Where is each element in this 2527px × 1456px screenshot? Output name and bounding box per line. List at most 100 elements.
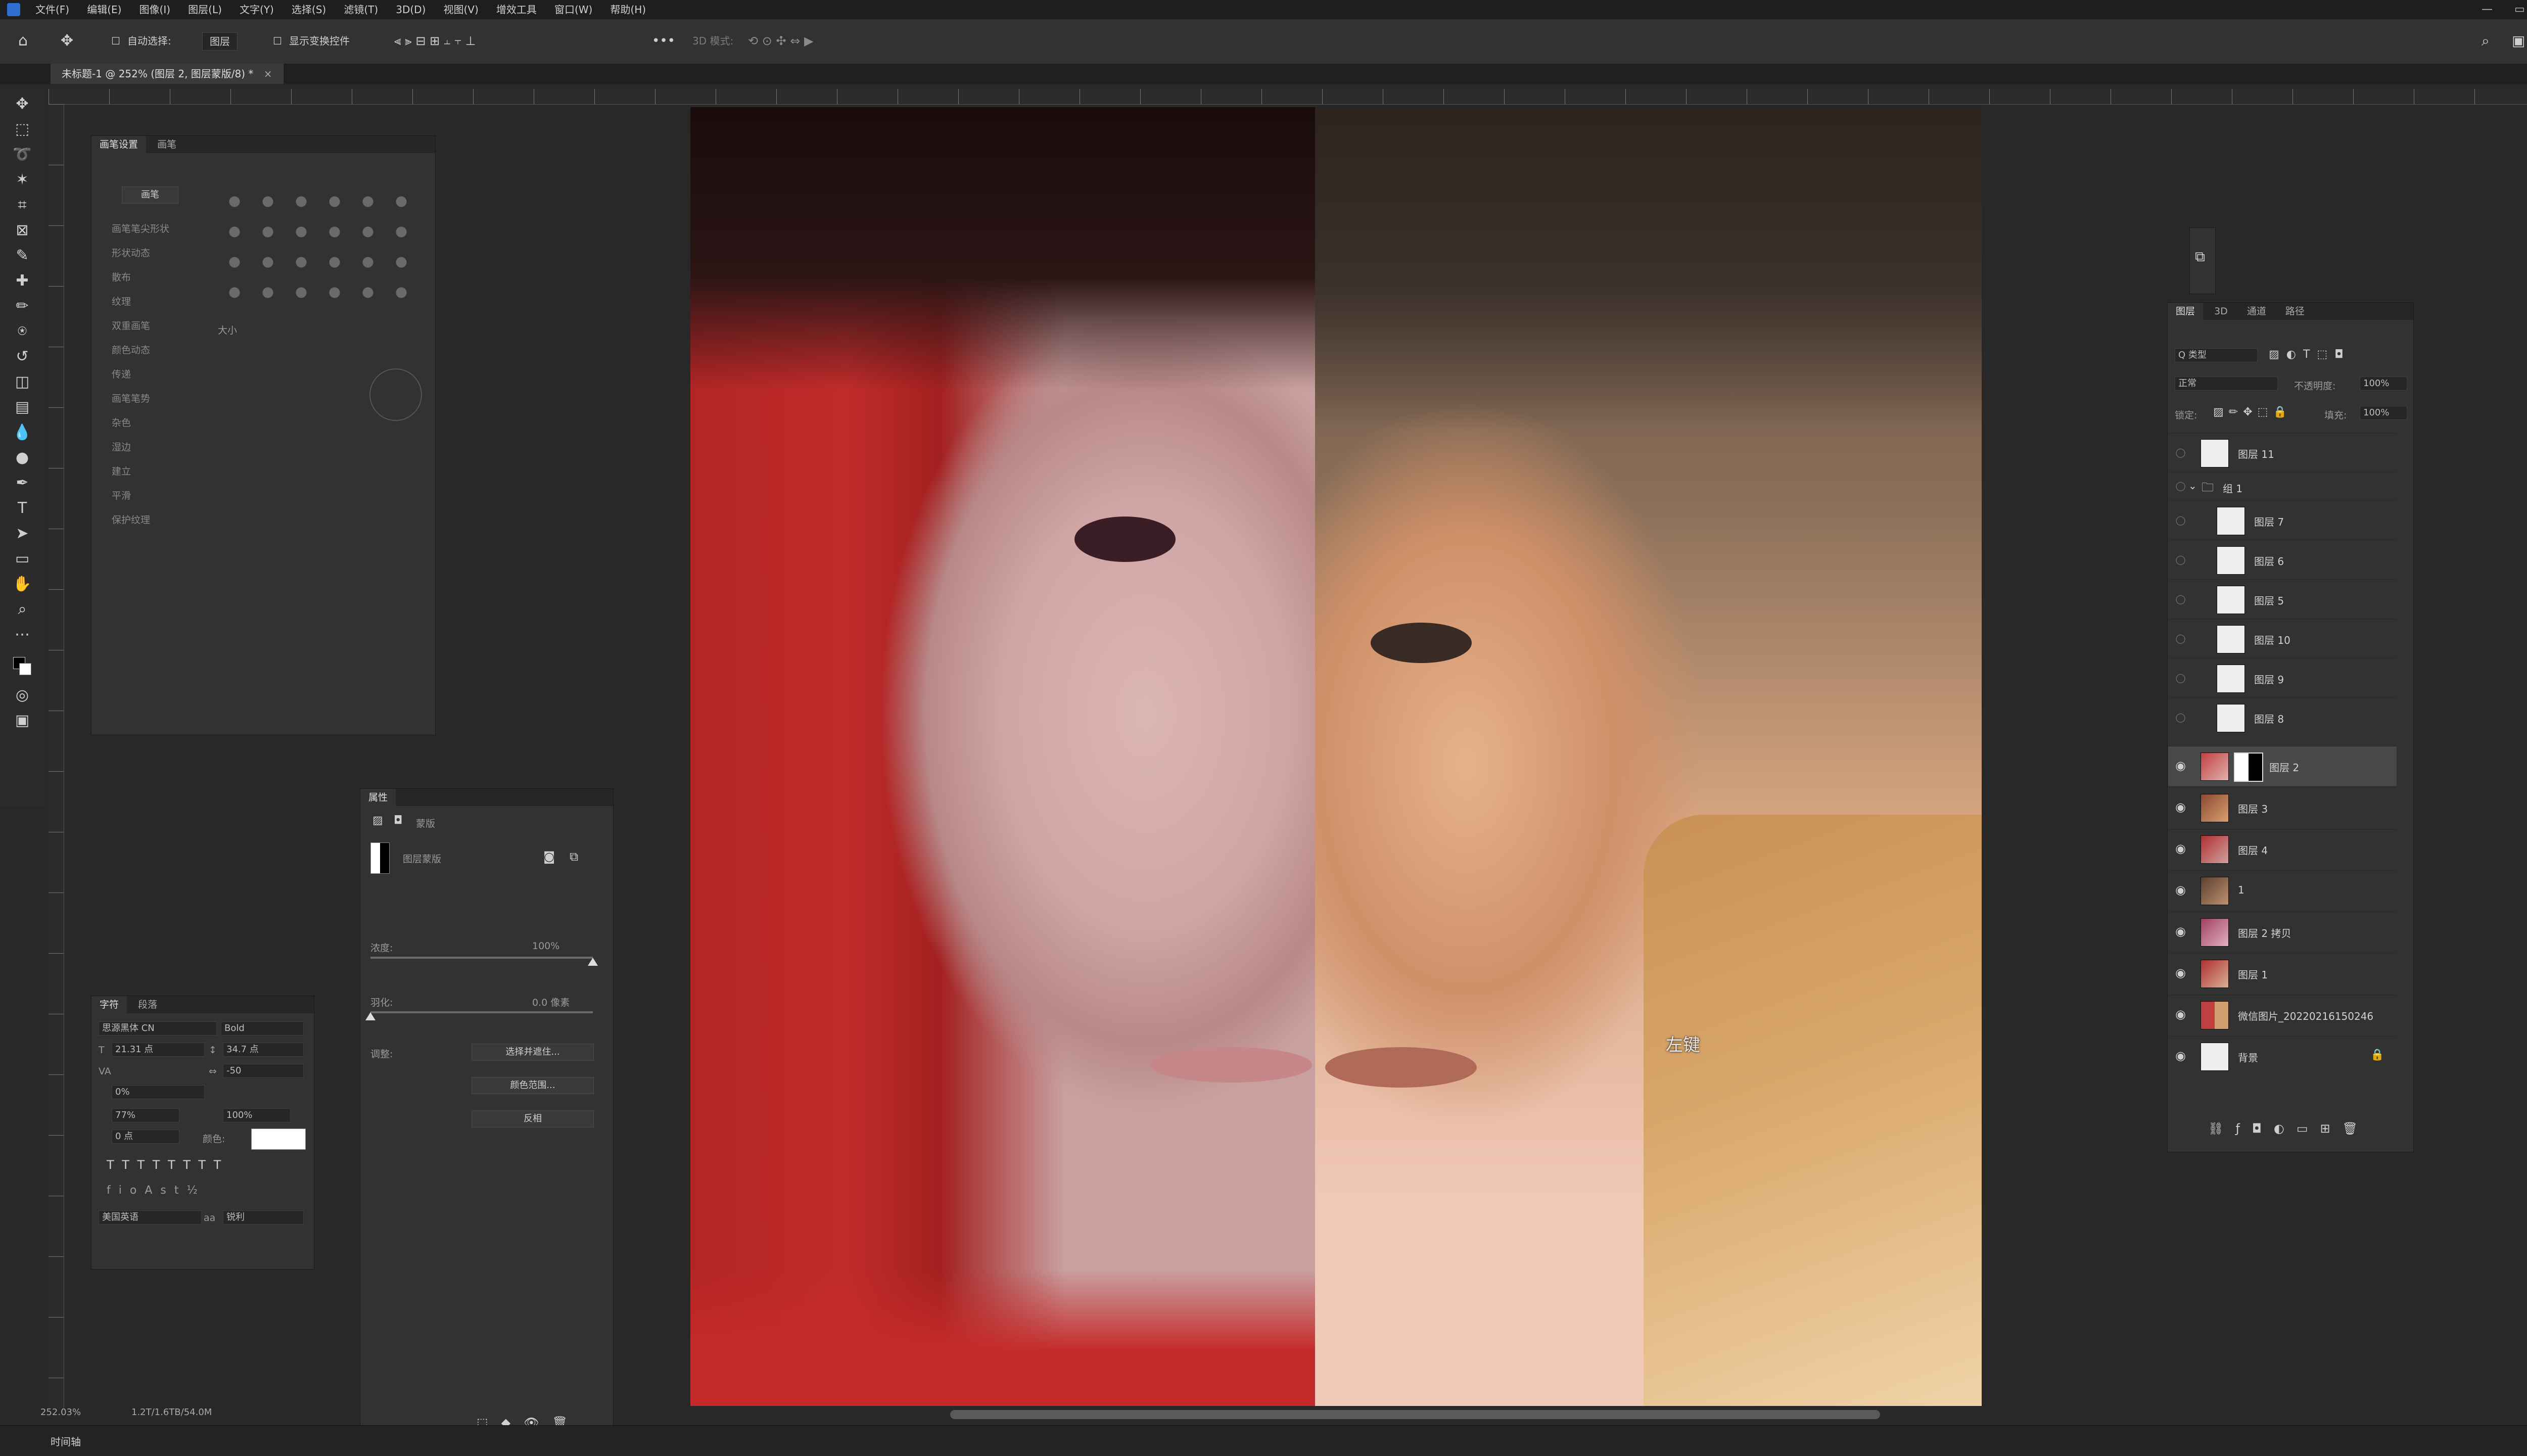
- horizontal-scrollbar[interactable]: [950, 1410, 1880, 1419]
- add-mask-icon[interactable]: ◙: [543, 850, 555, 864]
- font-family-dropdown[interactable]: 思源黑体 CN: [99, 1021, 217, 1036]
- feather-value[interactable]: 0.0 像素: [532, 995, 570, 1009]
- brush-option[interactable]: 形状动态: [112, 241, 169, 265]
- history-brush-icon[interactable]: ↺: [11, 347, 33, 367]
- menu-file[interactable]: 文件(F): [35, 0, 69, 19]
- quick-mask-icon[interactable]: ◎: [11, 685, 33, 706]
- transform-controls-checkbox[interactable]: ☐: [273, 32, 282, 50]
- layer-row[interactable]: ◉ 1: [2168, 870, 2397, 910]
- menu-select[interactable]: 选择(S): [292, 0, 326, 19]
- layer-name[interactable]: 图层 1: [2238, 967, 2268, 981]
- layer-name[interactable]: 图层 4: [2238, 842, 2268, 857]
- tab-character[interactable]: 字符: [91, 996, 127, 1013]
- visibility-eye-icon[interactable]: ○: [2175, 552, 2186, 567]
- menu-layer[interactable]: 图层(L): [188, 0, 222, 19]
- layer-row[interactable]: ◉ 背景 🔒: [2168, 1036, 2397, 1076]
- timeline-tab[interactable]: 时间轴: [51, 1434, 81, 1448]
- menu-view[interactable]: 视图(V): [443, 0, 478, 19]
- visibility-eye-icon[interactable]: ○: [2175, 445, 2186, 459]
- more-options-icon[interactable]: •••: [652, 32, 675, 50]
- close-tab-icon[interactable]: ×: [264, 68, 272, 80]
- visibility-eye-icon[interactable]: ○: [2175, 479, 2186, 493]
- frame-tool-icon[interactable]: ⊠: [11, 220, 33, 241]
- document-info[interactable]: 1.2T/1.6TB/54.0M: [131, 1407, 212, 1418]
- hand-tool-icon[interactable]: ✋: [11, 574, 33, 594]
- opentype-buttons[interactable]: fioАst½: [107, 1184, 206, 1197]
- layer-row[interactable]: ○ 图层 11: [2168, 433, 2397, 473]
- brush-option[interactable]: 画笔笔尖形状: [112, 217, 169, 241]
- visibility-eye-icon[interactable]: ◉: [2175, 759, 2186, 773]
- vertical-scale-field[interactable]: 77%: [112, 1108, 179, 1122]
- tsume-field[interactable]: 0%: [112, 1085, 205, 1099]
- blur-tool-icon[interactable]: 💧: [11, 422, 33, 443]
- tab-channels[interactable]: 通道: [2239, 303, 2274, 320]
- color-swatches-icon[interactable]: [11, 655, 33, 675]
- lock-icons[interactable]: ▨✏✥⬚🔒: [2213, 406, 2292, 418]
- maximize-button[interactable]: ▭: [2514, 0, 2525, 19]
- visibility-eye-icon[interactable]: ◉: [2175, 800, 2186, 814]
- visibility-eye-icon[interactable]: ○: [2175, 631, 2186, 645]
- clone-stamp-icon[interactable]: ⍟: [11, 321, 33, 342]
- brush-option[interactable]: 湿边: [112, 435, 169, 459]
- menu-edit[interactable]: 编辑(E): [87, 0, 121, 19]
- brush-option[interactable]: 保护纹理: [112, 508, 169, 532]
- workspace-icon[interactable]: ▣: [2512, 32, 2525, 50]
- screen-mode-icon[interactable]: ▣: [11, 711, 33, 731]
- menu-window[interactable]: 窗口(W): [554, 0, 592, 19]
- type-tool-icon[interactable]: T: [11, 498, 33, 519]
- leading-field[interactable]: 34.7 点: [223, 1043, 304, 1057]
- layer-name[interactable]: 图层 10: [2254, 632, 2290, 647]
- rectangle-tool-icon[interactable]: ▭: [11, 549, 33, 569]
- layer-group-row[interactable]: ○ ⌄ 🗀 组 1: [2168, 472, 2397, 501]
- layer-row[interactable]: ○ 图层 8: [2168, 697, 2397, 737]
- zoom-tool-icon[interactable]: ⌕: [11, 599, 33, 620]
- more-tools-icon[interactable]: ⋯: [11, 625, 33, 645]
- visibility-eye-icon[interactable]: ○: [2175, 671, 2186, 685]
- brush-option[interactable]: 建立: [112, 459, 169, 484]
- brush-option[interactable]: 双重画笔: [112, 314, 169, 338]
- feather-slider-thumb[interactable]: [365, 1012, 376, 1020]
- visibility-eye-icon[interactable]: ◉: [2175, 966, 2186, 980]
- text-style-buttons[interactable]: TTTTTTTT: [107, 1158, 229, 1172]
- brush-option[interactable]: 画笔笔势: [112, 387, 169, 411]
- brushes-button[interactable]: 画笔: [122, 186, 178, 204]
- layer-name[interactable]: 图层 5: [2254, 593, 2284, 607]
- tab-paths[interactable]: 路径: [2277, 303, 2313, 320]
- text-color-swatch[interactable]: [251, 1129, 306, 1150]
- path-select-icon[interactable]: ➤: [11, 524, 33, 544]
- layer-name[interactable]: 图层 2: [2269, 760, 2299, 774]
- pen-tool-icon[interactable]: ✒: [11, 473, 33, 493]
- layer-name[interactable]: 组 1: [2223, 481, 2242, 495]
- visibility-eye-icon[interactable]: ◉: [2175, 1049, 2186, 1063]
- layer-name[interactable]: 图层 7: [2254, 514, 2284, 529]
- layer-name[interactable]: 图层 9: [2254, 672, 2284, 686]
- layer-name[interactable]: 微信图片_20220216150246: [2238, 1008, 2373, 1023]
- dodge-tool-icon[interactable]: ●: [11, 448, 33, 468]
- layer-name[interactable]: 图层 3: [2238, 801, 2268, 816]
- home-icon[interactable]: ⌂: [18, 32, 28, 50]
- auto-select-dropdown[interactable]: 图层: [202, 32, 238, 51]
- layer-row[interactable]: ○ 图层 10: [2168, 619, 2397, 659]
- brush-presets-grid[interactable]: [218, 186, 420, 308]
- layer-name[interactable]: 图层 11: [2238, 446, 2274, 461]
- menu-filter[interactable]: 滤镜(T): [344, 0, 378, 19]
- menu-plugins[interactable]: 增效工具: [496, 0, 537, 19]
- font-style-dropdown[interactable]: Bold: [221, 1021, 304, 1036]
- layer-mask-thumbnail[interactable]: [2234, 753, 2263, 782]
- brush-option[interactable]: 平滑: [112, 484, 169, 508]
- tab-layers[interactable]: 图层: [2168, 303, 2204, 320]
- density-value[interactable]: 100%: [532, 941, 559, 952]
- layer-row[interactable]: ◉ 微信图片_20220216150246: [2168, 995, 2397, 1035]
- layer-row[interactable]: ◉ 图层 1: [2168, 953, 2397, 993]
- marquee-tool-icon[interactable]: ⬚: [11, 119, 33, 139]
- density-slider-thumb[interactable]: [588, 958, 598, 966]
- horizontal-scale-field[interactable]: 100%: [223, 1108, 291, 1122]
- visibility-eye-icon[interactable]: ○: [2175, 513, 2186, 527]
- eraser-tool-icon[interactable]: ◫: [11, 372, 33, 392]
- fill-field[interactable]: 100%: [2360, 406, 2407, 420]
- magic-wand-icon[interactable]: ✶: [11, 170, 33, 190]
- add-vector-mask-icon[interactable]: ⧉: [570, 850, 578, 864]
- tab-3d[interactable]: 3D: [2206, 303, 2236, 320]
- brush-option[interactable]: 颜色动态: [112, 338, 169, 362]
- lasso-tool-icon[interactable]: ➰: [11, 145, 33, 165]
